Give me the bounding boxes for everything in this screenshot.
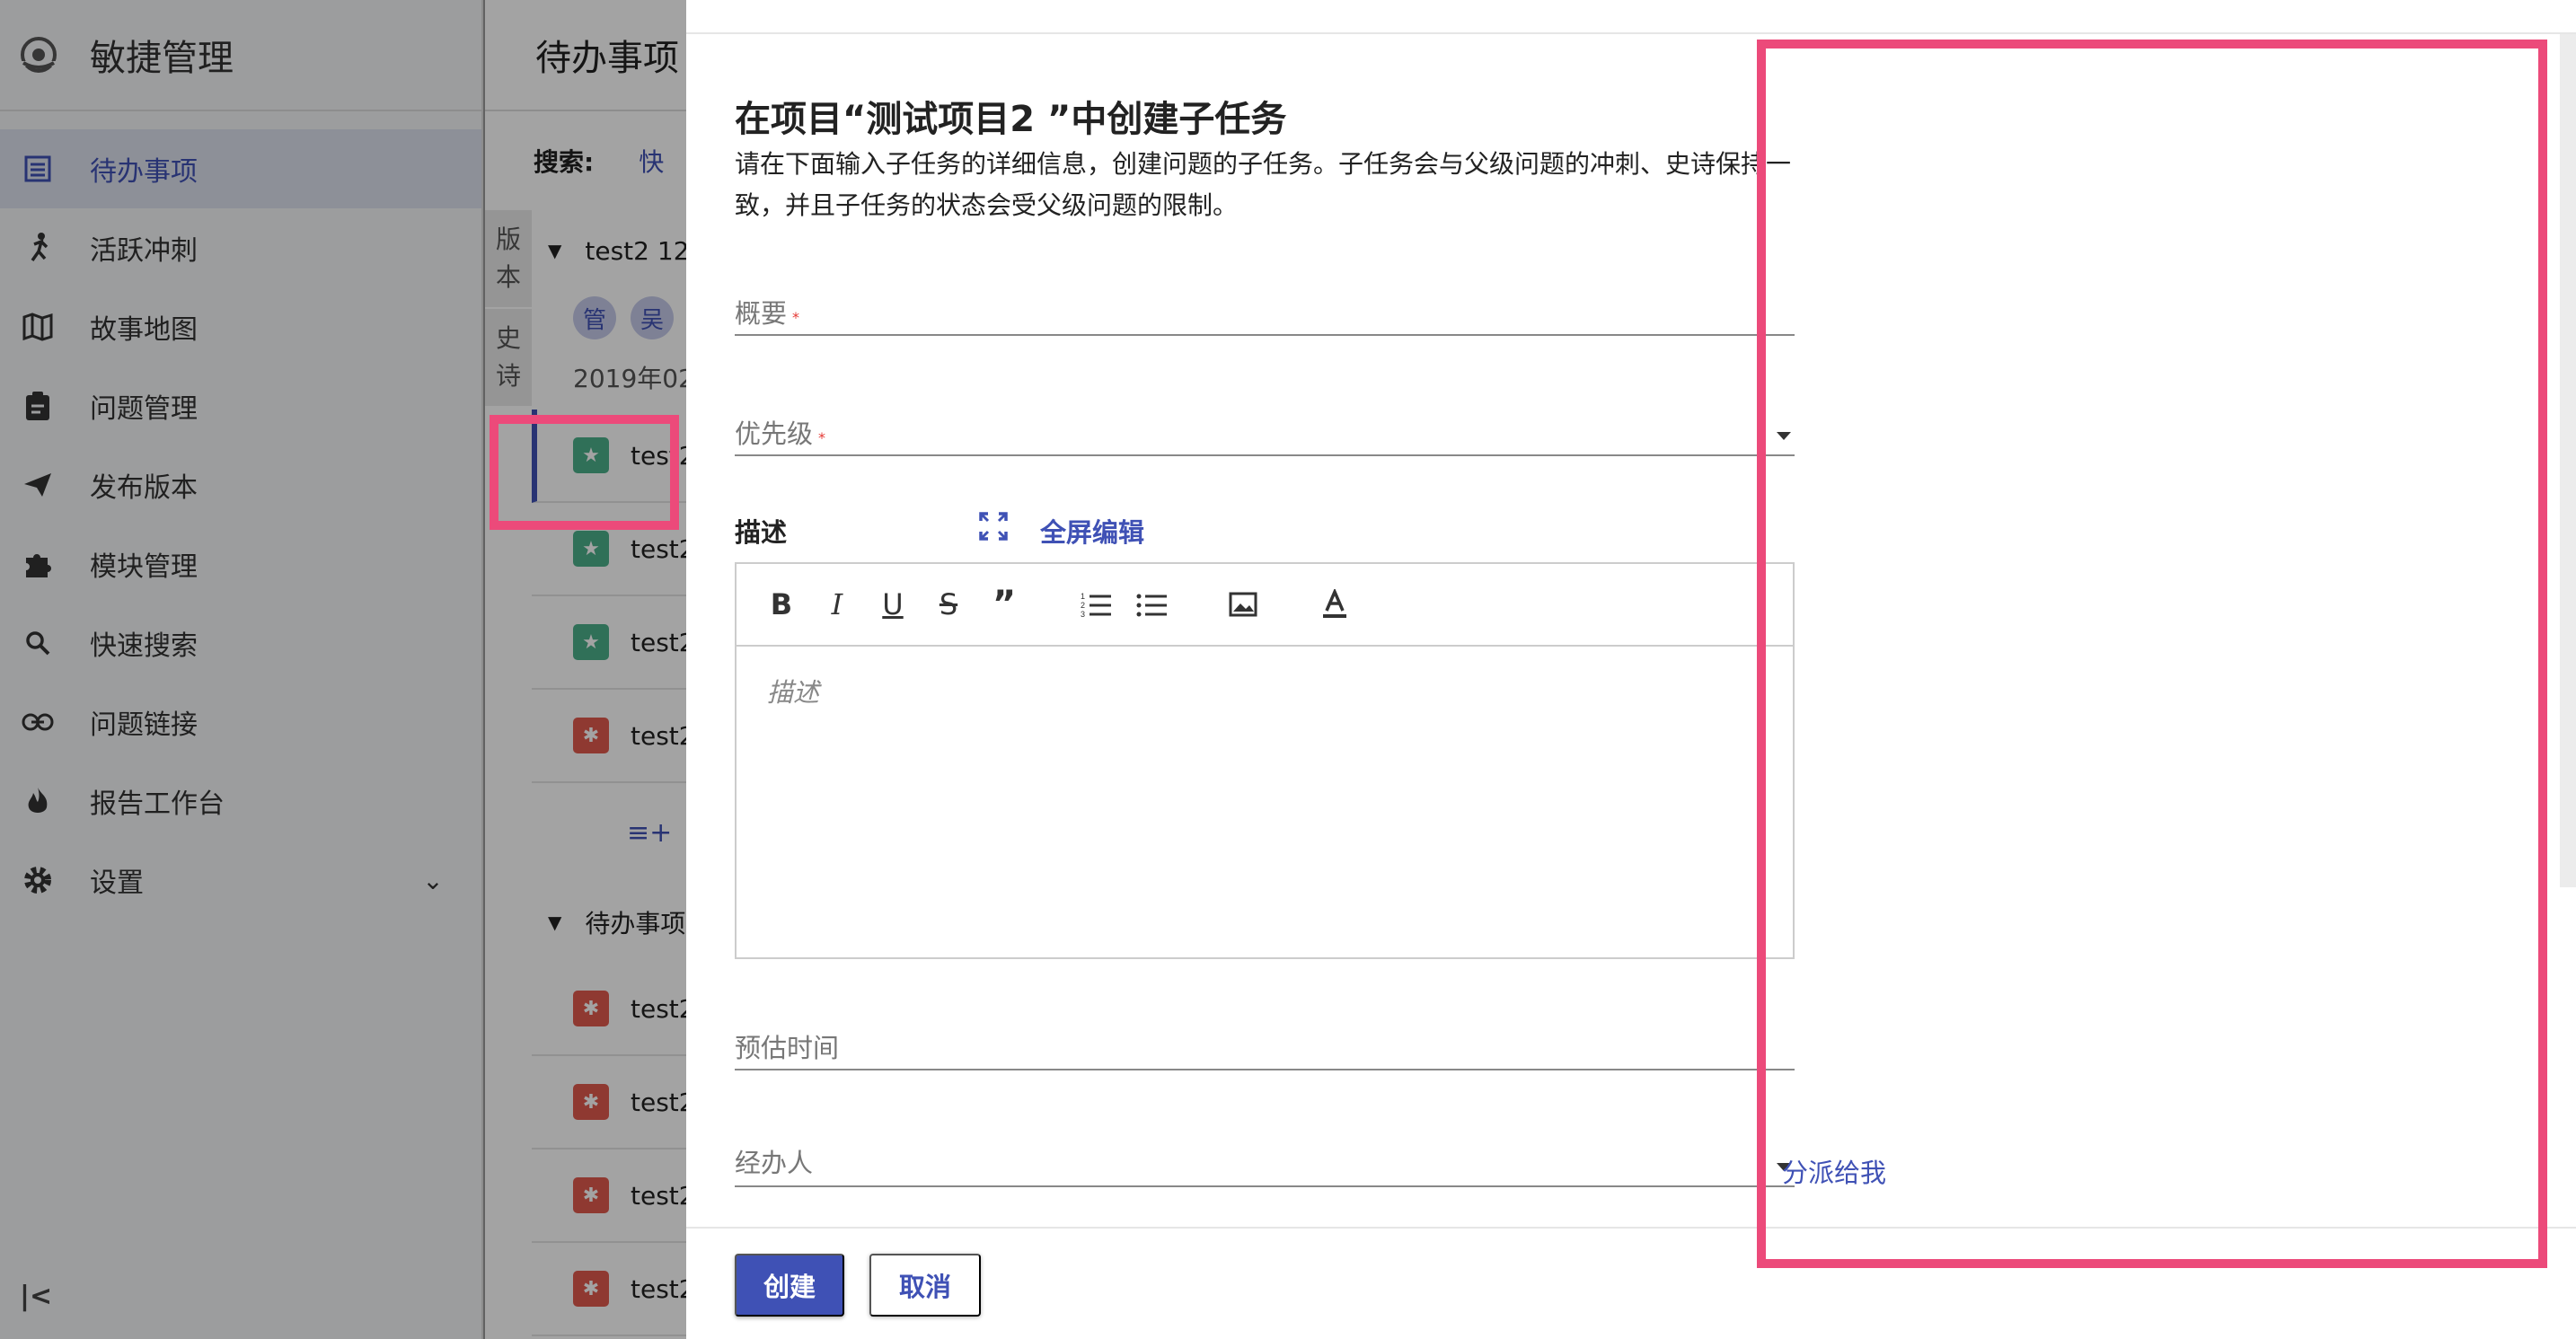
quote-icon[interactable]: ” [986,584,1022,625]
required-mark: * [792,309,800,326]
ordered-list-icon[interactable]: 123 [1078,586,1114,622]
panel-header [686,0,2576,34]
editor-placeholder: 描述 [767,677,820,708]
cancel-button[interactable]: 取消 [869,1254,981,1317]
assignee-select[interactable]: 经办人 [735,1142,1795,1187]
highlight-box [490,415,679,530]
summary-field[interactable]: 概要 * [735,293,1795,336]
priority-select[interactable]: 优先级 * [735,413,1795,456]
svg-text:3: 3 [1081,610,1085,618]
image-icon[interactable] [1225,586,1261,622]
svg-text:1: 1 [1081,592,1085,601]
priority-label: 优先级 [735,418,814,449]
assignee-label: 经办人 [735,1148,814,1178]
text-color-icon[interactable] [1317,586,1353,622]
required-mark: * [818,429,826,446]
strikethrough-icon[interactable]: S [931,586,966,622]
underline-icon[interactable]: U [875,586,911,622]
estimate-field[interactable]: 预估时间 [735,1027,1795,1070]
estimate-label: 预估时间 [735,1033,840,1063]
create-button[interactable]: 创建 [735,1254,844,1317]
editor-toolbar: B I U S ” 123 [737,564,1793,647]
svg-text:2: 2 [1081,601,1085,610]
dialog-title: 在项目“测试项目2 ”中创建子任务 [735,99,1287,140]
dialog-description: 请在下面输入子任务的详细信息，创建问题的子任务。子任务会与父级问题的冲刺、史诗保… [735,149,1792,220]
highlight-box [1757,40,2547,1268]
fullscreen-edit-button[interactable]: 全屏编辑 [1040,512,1144,550]
description-editor[interactable]: B I U S ” 123 描述 [735,562,1795,959]
description-label: 描述 [735,517,788,548]
scrollbar[interactable] [2560,34,2576,887]
summary-label: 概要 [735,298,788,329]
bullet-list-icon[interactable] [1134,586,1169,622]
fullscreen-icon[interactable] [975,508,1011,544]
bold-icon[interactable]: B [763,586,799,622]
italic-icon[interactable]: I [819,586,855,622]
